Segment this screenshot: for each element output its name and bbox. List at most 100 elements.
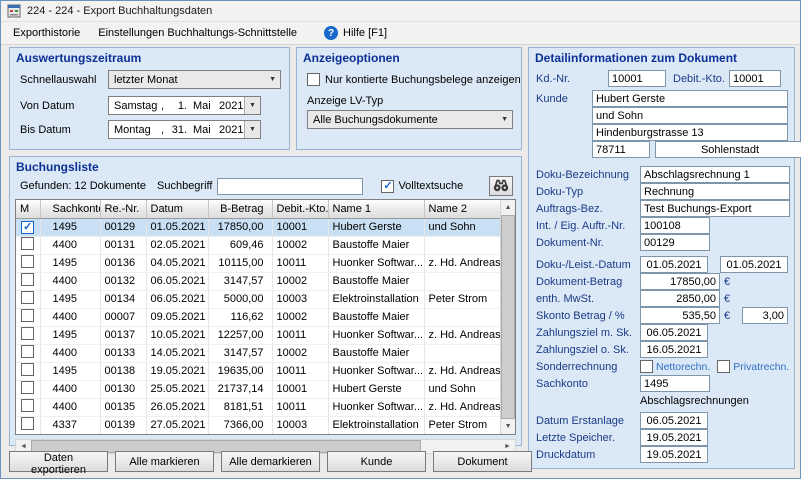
privatrechnung-checkbox[interactable] [717,360,731,373]
table-cell: 10011 [272,254,329,273]
dokument-nr-field[interactable] [640,234,710,251]
table-cell: Baustoffe Maier [328,308,425,327]
suchbegriff-input[interactable] [217,177,364,195]
table-cell: 12257,00 [208,326,273,345]
erstanlage-field[interactable] [640,412,708,429]
debit-kto-field[interactable] [728,70,781,87]
column-header-name-1[interactable]: Name 1 [328,200,425,219]
int-auftr-nr-field[interactable] [640,217,710,234]
table-row[interactable]: 4400 00135 26.05.2021 8181,51 10011 Huonker S… [16,398,501,417]
row-checkbox[interactable] [21,255,35,268]
detail-title: Detailinformationen zum Dokument [535,51,738,65]
row-checkbox[interactable] [21,309,35,322]
scroll-up-icon[interactable]: ▲ [501,200,515,215]
table-row[interactable]: 4400 00131 02.05.2021 609,46 10002 Baustoffe … [16,236,501,255]
doku-typ-field[interactable] [640,183,790,200]
doku-bezeichnung-field[interactable] [640,166,790,183]
zahlungsziel-m-field[interactable] [640,324,708,341]
row-checkbox-cell [16,326,41,345]
nettorechnung-checkbox[interactable] [640,360,653,373]
row-checkbox[interactable] [21,220,35,234]
table-cell: Huonker Softwar... [328,326,425,345]
table-row[interactable]: 4337 00139 27.05.2021 7366,00 10003 Elektroin… [16,416,501,434]
column-header-b-betrag[interactable]: B-Betrag [208,200,273,219]
skonto-betrag-field[interactable] [640,307,720,324]
table-row[interactable]: 14950012901.05.202117850,0010001Hubert G… [16,218,501,237]
table-cell: Huonker Softwar... [328,254,425,273]
scroll-down-icon[interactable]: ▼ [501,419,515,434]
bis-datum-dropdown-icon[interactable]: ▼ [244,121,260,138]
leist-datum-field[interactable] [720,256,788,273]
kd-nr-field[interactable] [608,70,666,87]
menu-hilfe[interactable]: ? Hilfe [F1] [318,22,393,44]
table-row[interactable]: 1495 00138 19.05.2021 19635,00 10011 Huonker … [16,362,501,381]
row-checkbox[interactable] [21,291,35,304]
letzte-speicher-field[interactable] [640,429,708,446]
strasse-field[interactable] [592,124,788,141]
mwst-field[interactable] [640,290,720,307]
row-checkbox[interactable] [21,345,35,358]
table-row[interactable]: 4400 00133 14.05.2021 3147,57 10002 Baustoffe… [16,344,501,363]
dokument-betrag-field[interactable] [640,273,720,290]
von-datum-picker[interactable]: Samstag, 1. Mai 2021 ▼ [108,96,261,115]
skonto-prozent-field[interactable] [742,307,788,324]
bis-datum-label: Bis Datum [20,123,71,136]
alle-markieren-button[interactable]: Alle markieren [115,451,214,472]
table-cell: 00137 [100,326,147,345]
row-checkbox[interactable] [21,381,35,394]
menu-einstellungen[interactable]: Einstellungen Buchhaltungs-Schnittstelle [89,23,306,43]
auftrags-bez-label: Auftrags-Bez. [536,202,603,215]
auftrags-bez-field[interactable] [640,200,790,217]
row-checkbox[interactable] [21,237,35,250]
von-datum-dropdown-icon[interactable]: ▼ [244,97,260,114]
bis-datum-picker[interactable]: Montag, 31. Mai 2021 ▼ [108,120,261,139]
table-row[interactable]: 4400 00130 25.05.2021 21737,14 10001 Hubert G… [16,380,501,399]
table-row[interactable]: 1495 00136 04.05.2021 10115,00 10011 Huonker … [16,254,501,273]
column-header-sachkonto[interactable]: Sachkonto [40,200,101,219]
table-row[interactable]: 4400 00007 09.05.2021 116,62 10002 Baustoffe … [16,308,501,327]
letzte-speicher-label: Letzte Speicher. [536,431,615,444]
lv-typ-dropdown[interactable]: Alle Buchungsdokumente ▼ [307,110,513,129]
kunde-button[interactable]: Kunde [327,451,426,472]
alle-demarkieren-button[interactable]: Alle demarkieren [221,451,320,472]
table-cell: 17850,00 [208,218,273,237]
row-checkbox[interactable] [21,327,35,340]
plz-field[interactable] [592,141,650,158]
table-row[interactable]: 1495 00134 06.05.2021 5000,00 10003 Elektroin… [16,290,501,309]
table-cell: 00131 [100,236,147,255]
schnellauswahl-dropdown[interactable]: letzter Monat ▼ [108,70,281,89]
daten-exportieren-button[interactable]: Daten exportieren [9,451,108,476]
volltextsuche-checkbox[interactable] [381,179,395,193]
table-cell: 10001 [272,218,329,237]
menu-exporthistorie[interactable]: Exporthistorie [4,23,89,43]
doku-datum-field[interactable] [640,256,708,273]
search-button[interactable] [489,176,513,196]
sachkonto-field[interactable] [640,375,710,392]
table-cell: 00133 [100,344,147,363]
column-header-name-2[interactable]: Name 2 [424,200,501,219]
table-row[interactable]: 1495 00137 10.05.2021 12257,00 10011 Huonker … [16,326,501,345]
table-cell: Peter Strom [424,416,501,434]
column-header-re-nr-[interactable]: Re.-Nr. [100,200,147,219]
vertical-scrollbar[interactable]: ▲ ▼ [500,200,515,434]
kunde-name1-field[interactable] [592,90,788,107]
nur-kontierte-checkbox[interactable] [307,73,320,86]
row-checkbox[interactable] [21,273,35,286]
table-cell: Elektroinstallation [328,290,425,309]
ort-field[interactable] [655,141,801,158]
table-row[interactable]: 4400 00132 06.05.2021 3147,57 10002 Baustoffe… [16,272,501,291]
row-checkbox[interactable] [21,363,35,376]
zahlungsziel-o-field[interactable] [640,341,708,358]
kunde-name2-field[interactable] [592,107,788,124]
column-header-datum[interactable]: Datum [146,200,209,219]
row-checkbox[interactable] [21,417,35,430]
column-header-m[interactable]: M [16,200,41,219]
vertical-scroll-thumb[interactable] [501,215,515,419]
row-checkbox[interactable] [21,399,35,412]
table-cell: 14.05.2021 [146,344,209,363]
druckdatum-field[interactable] [640,446,708,463]
skonto-label: Skonto Betrag / % [536,309,625,322]
table-cell [424,272,501,291]
column-header-debit-kto-[interactable]: Debit.-Kto. [272,200,329,219]
dokument-button[interactable]: Dokument [433,451,532,472]
